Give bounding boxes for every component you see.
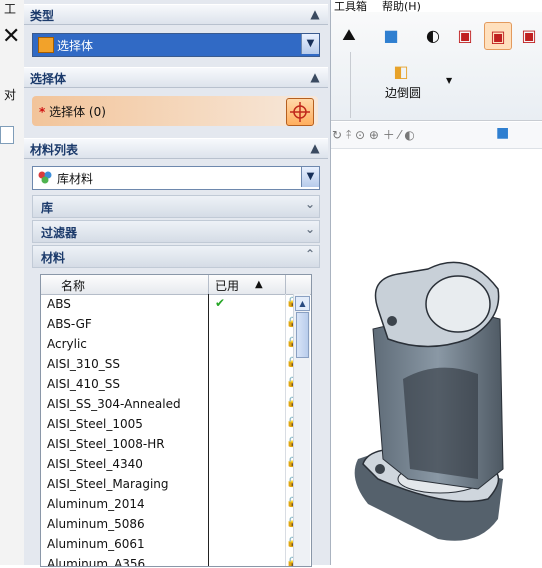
- material-name: AISI_310_SS: [47, 357, 121, 371]
- bracket-model[interactable]: [328, 149, 542, 565]
- left-input-stub[interactable]: [0, 126, 14, 144]
- table-row[interactable]: AISI_SS_304-Annealed🔒: [41, 394, 298, 414]
- column-divider: [285, 275, 286, 294]
- table-row[interactable]: AISI_Steel_1005🔒: [41, 414, 298, 434]
- left-fragment-top: 工: [4, 2, 17, 16]
- crosshair-icon: [290, 102, 310, 122]
- section-cube-icon[interactable]: ▣: [516, 22, 542, 48]
- chevron-up-icon[interactable]: ▲: [306, 5, 324, 23]
- material-name: Aluminum_A356: [47, 557, 146, 567]
- table-row[interactable]: Aluminum_5086🔒: [41, 514, 298, 534]
- ribbon: ⛰ ■ ◐ ▣ ▣ ▣ ◧ 边倒圆 ▼: [328, 0, 542, 121]
- material-name: ABS: [47, 297, 71, 311]
- body-icon: [38, 37, 54, 53]
- select-body-label: 选择体 (0): [49, 105, 106, 119]
- material-name: Aluminum_6061: [47, 537, 145, 551]
- material-list-section-title: 材料列表: [30, 143, 79, 157]
- active-cube-icon[interactable]: ▣: [484, 22, 512, 50]
- type-section-title: 类型: [30, 9, 55, 23]
- select-object-button[interactable]: [286, 98, 314, 126]
- sketch-icon[interactable]: ⛰: [336, 22, 362, 48]
- materials-subsection-title: 材料: [41, 251, 66, 265]
- edge-blend-label[interactable]: 边倒圆: [385, 84, 421, 101]
- chevron-up-icon[interactable]: ▲: [306, 68, 324, 86]
- select-body-section-header[interactable]: 选择体 ▲: [24, 67, 328, 88]
- library-subsection[interactable]: 库 ⌄: [32, 195, 320, 218]
- required-mark: *: [39, 105, 46, 119]
- table-row[interactable]: AISI_310_SS🔒: [41, 354, 298, 374]
- edge-blend-icon[interactable]: ◧: [388, 58, 414, 84]
- material-name: AISI_SS_304-Annealed: [47, 397, 181, 411]
- material-name: ABS-GF: [47, 317, 92, 331]
- table-row[interactable]: Aluminum_A356🔒: [41, 554, 298, 567]
- type-dropdown-value: 选择体: [57, 39, 94, 53]
- filter-subsection[interactable]: 过滤器 ⌄: [32, 220, 320, 243]
- chevron-down-icon[interactable]: ▼: [301, 167, 319, 187]
- column-divider: [208, 275, 209, 294]
- chevron-up-icon[interactable]: ⌃: [305, 247, 315, 261]
- chevron-down-icon[interactable]: ⌄: [305, 222, 315, 236]
- select-body-field[interactable]: * 选择体 (0): [32, 96, 318, 126]
- graphics-viewport[interactable]: [328, 149, 542, 565]
- view-tool-icon[interactable]: ↻ ⤉ ⊙ ⊕ ＋ ⁄ ◐: [332, 126, 415, 143]
- left-toolbar-strip: 工 ✕ 对: [0, 0, 25, 565]
- table-row[interactable]: Aluminum_6061🔒: [41, 534, 298, 554]
- yin-yang-icon[interactable]: ◐: [420, 22, 446, 48]
- table-row[interactable]: ABS✔🔒: [41, 294, 298, 314]
- material-name: AISI_Steel_1005: [47, 417, 143, 431]
- menu-help[interactable]: 帮助(H): [382, 0, 421, 14]
- table-row[interactable]: AISI_Steel_Maraging🔒: [41, 474, 298, 494]
- scroll-up-icon[interactable]: ▲: [295, 296, 310, 311]
- assign-material-dialog: 类型 ▲ 选择体 ▼ 选择体 ▲ * 选择体 (0) 材料列表 ▲ 库材料 ▼ …: [24, 0, 331, 567]
- select-body-section-title: 选择体: [30, 72, 67, 86]
- table-row[interactable]: AISI_Steel_4340🔒: [41, 454, 298, 474]
- menubar: 工具箱 帮助(H): [328, 0, 542, 14]
- view-toolbar: ↻ ⤉ ⊙ ⊕ ＋ ⁄ ◐ ■: [328, 122, 542, 149]
- column-divider: [285, 294, 286, 566]
- material-name: Aluminum_2014: [47, 497, 145, 511]
- menu-tools[interactable]: 工具箱: [334, 0, 367, 14]
- left-fragment-bottom: 对: [4, 88, 17, 102]
- material-name: AISI_Steel_Maraging: [47, 477, 169, 491]
- red-cube-icon[interactable]: ▣: [452, 22, 478, 48]
- table-scrollbar[interactable]: ▲: [293, 294, 310, 566]
- materials-subsection[interactable]: 材料 ⌃: [32, 245, 320, 268]
- sort-ascending-icon[interactable]: ▲: [255, 279, 263, 290]
- material-name: AISI_410_SS: [47, 377, 121, 391]
- material-list-section-header[interactable]: 材料列表 ▲: [24, 138, 328, 159]
- material-name: AISI_Steel_1008-HR: [47, 437, 165, 451]
- filter-subsection-title: 过滤器: [41, 226, 78, 240]
- table-row[interactable]: Aluminum_2014🔒: [41, 494, 298, 514]
- ribbon-dropdown-icon[interactable]: ▼: [446, 76, 452, 85]
- material-name: Aluminum_5086: [47, 517, 145, 531]
- close-icon[interactable]: ✕: [2, 24, 20, 49]
- column-header-used[interactable]: 已用: [215, 277, 239, 294]
- table-row[interactable]: ABS-GF🔒: [41, 314, 298, 334]
- table-row[interactable]: AISI_Steel_1008-HR🔒: [41, 434, 298, 454]
- column-header-name[interactable]: 名称: [61, 277, 85, 294]
- cube-display-icon[interactable]: ■: [378, 22, 404, 48]
- type-section-header[interactable]: 类型 ▲: [24, 4, 328, 25]
- chevron-down-icon[interactable]: ▼: [301, 34, 319, 54]
- scrollbar-thumb[interactable]: [296, 312, 309, 358]
- material-source-value: 库材料: [57, 172, 94, 186]
- table-row[interactable]: AISI_410_SS🔒: [41, 374, 298, 394]
- view-cube-icon[interactable]: ■: [496, 125, 509, 141]
- table-row[interactable]: Acrylic🔒: [41, 334, 298, 354]
- column-divider: [208, 294, 209, 566]
- library-material-icon: [38, 170, 52, 184]
- type-dropdown[interactable]: 选择体 ▼: [32, 33, 320, 57]
- used-check-icon: ✔: [215, 296, 226, 310]
- ribbon-separator: [350, 52, 351, 118]
- material-source-dropdown[interactable]: 库材料 ▼: [32, 166, 320, 190]
- library-subsection-title: 库: [41, 201, 54, 215]
- materials-table: 名称 已用 ▲ ABS✔🔒ABS-GF🔒Acrylic🔒AISI_310_SS🔒…: [40, 274, 312, 567]
- chevron-down-icon[interactable]: ⌄: [305, 197, 315, 211]
- table-header: 名称 已用 ▲: [41, 275, 311, 295]
- select-body-text: * 选择体 (0): [39, 103, 106, 120]
- material-name: AISI_Steel_4340: [47, 457, 143, 471]
- chevron-up-icon[interactable]: ▲: [306, 139, 324, 157]
- material-name: Acrylic: [47, 337, 87, 351]
